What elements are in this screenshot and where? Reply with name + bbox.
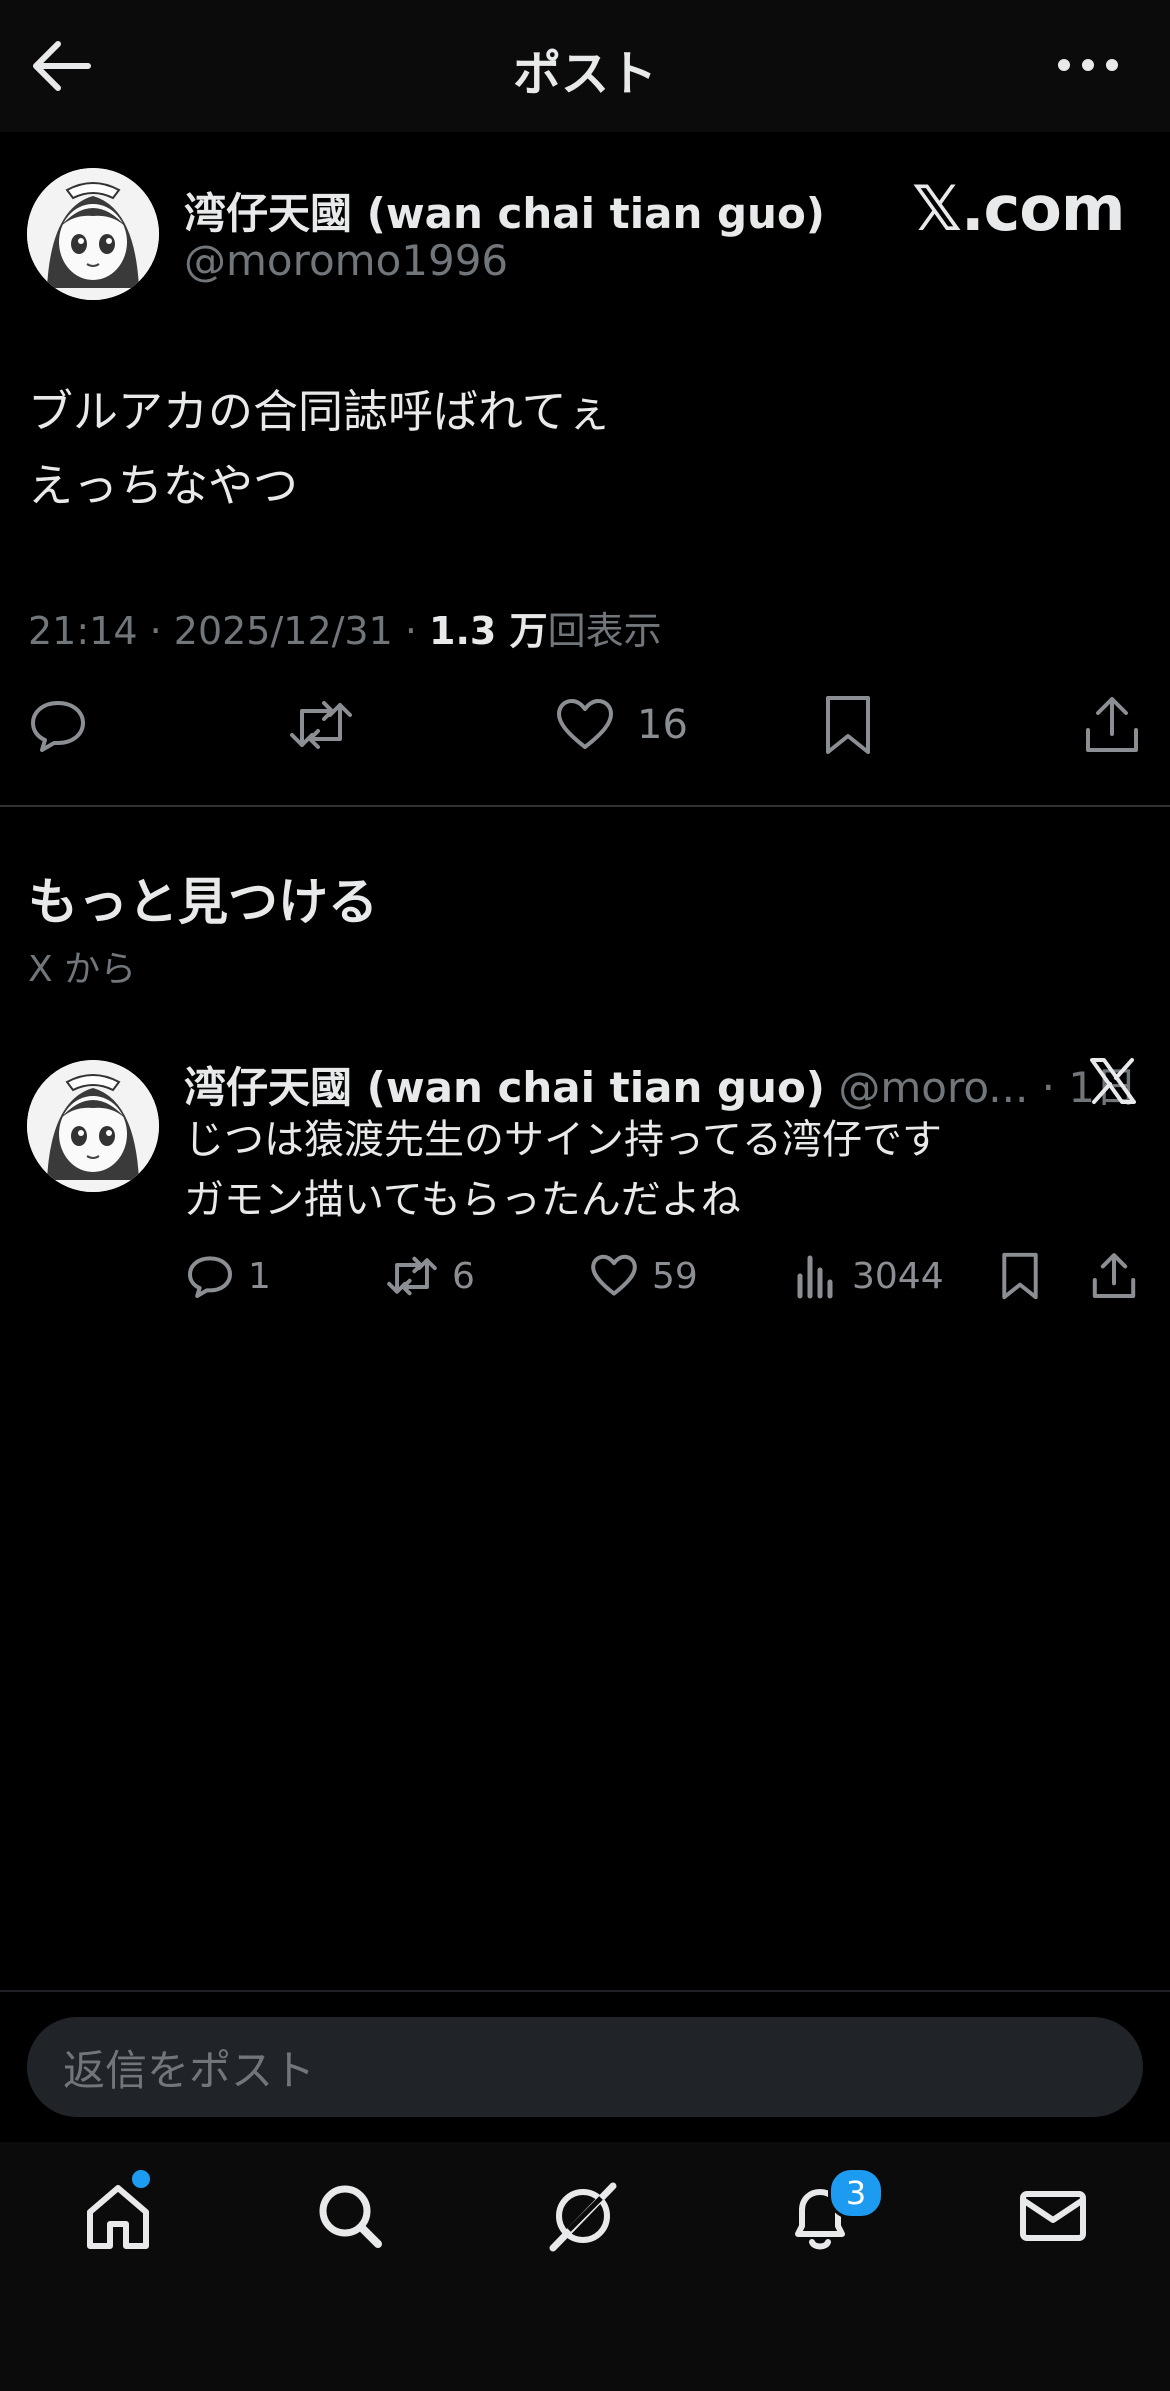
post-text-line: えっちなやつ — [28, 459, 299, 512]
recommended-reply-button[interactable]: 1 — [186, 1248, 271, 1304]
post-text-line: ブルアカの合同誌呼ばれてぇ — [28, 385, 612, 438]
heart-icon — [591, 1254, 637, 1296]
discover-more-heading: もっと見つける — [28, 873, 378, 931]
views-label: 回表示 — [547, 609, 662, 653]
recommended-views-button[interactable]: 3044 — [794, 1248, 944, 1304]
bookmark-icon — [1002, 1252, 1038, 1300]
share-button[interactable] — [1082, 690, 1142, 760]
bookmark-icon — [826, 696, 870, 754]
recommended-like-button[interactable]: 59 — [590, 1248, 698, 1304]
x-logo-icon — [1088, 1056, 1138, 1106]
bookmark-button[interactable] — [820, 690, 876, 760]
post-meta: 21:14 · 2025/12/31 · 1.3 万回表示 — [28, 609, 662, 653]
reply-input[interactable]: 返信をポスト — [27, 2017, 1143, 2117]
recommended-author-handle[interactable]: @moro... — [838, 1063, 1028, 1112]
x-com-logo: 𝕏.com — [912, 172, 1125, 245]
recommended-author-name[interactable]: 湾仔天國 (wan chai tian guo) — [184, 1063, 825, 1112]
recommended-reply-count: 1 — [248, 1255, 271, 1297]
reply-icon — [188, 1256, 232, 1298]
share-icon — [1086, 697, 1138, 752]
post-text: ブルアカの合同誌呼ばれてぇ えっちなやつ — [28, 375, 612, 523]
analytics-icon — [797, 1255, 833, 1299]
reply-placeholder: 返信をポスト — [63, 2045, 316, 2095]
post-date: 2025/12/31 — [173, 609, 393, 653]
heart-icon — [557, 699, 613, 749]
recommended-post-text[interactable]: じつは猿渡先生のサイン持ってる湾仔です ガモン描いてもらったんだよね — [184, 1110, 942, 1230]
author-display-name[interactable]: 湾仔天國 (wan chai tian guo) — [184, 180, 825, 241]
divider — [0, 1990, 1170, 1992]
repost-button[interactable] — [288, 690, 354, 760]
notification-badge: 3 — [828, 2167, 884, 2219]
like-count: 16 — [637, 702, 688, 748]
views-value: 1.3 万 — [429, 609, 548, 653]
page-title: ポスト — [512, 46, 657, 102]
recommended-post-line: じつは猿渡先生のサイン持ってる湾仔です — [184, 1117, 942, 1163]
recommended-share-button[interactable] — [1090, 1248, 1138, 1304]
messages-icon[interactable] — [1013, 2176, 1093, 2256]
author-avatar[interactable] — [27, 168, 159, 300]
search-icon[interactable] — [310, 2176, 390, 2256]
home-unread-dot — [130, 2168, 152, 2190]
reply-icon — [31, 701, 85, 752]
discover-more-subtitle: X から — [28, 949, 137, 990]
divider — [0, 805, 1170, 807]
repost-icon — [290, 701, 352, 749]
recommended-bookmark-button[interactable] — [998, 1248, 1042, 1304]
recommended-post-header: 湾仔天國 (wan chai tian guo) @moro... · 1日 — [184, 1063, 1138, 1112]
recommended-post-line: ガモン描いてもらったんだよね — [184, 1177, 741, 1223]
recommended-repost-count: 6 — [452, 1255, 475, 1297]
like-button[interactable]: 16 — [555, 690, 688, 760]
post-time: 21:14 — [28, 609, 138, 653]
recommended-like-count: 59 — [652, 1255, 698, 1297]
more-options-icon[interactable] — [1048, 40, 1128, 90]
reply-button[interactable] — [28, 690, 88, 760]
recommended-repost-button[interactable]: 6 — [386, 1248, 475, 1304]
repost-icon — [387, 1256, 437, 1296]
recommended-view-count: 3044 — [852, 1255, 944, 1297]
share-icon — [1092, 1253, 1136, 1298]
author-handle[interactable]: @moromo1996 — [184, 236, 508, 285]
recommended-author-avatar[interactable] — [27, 1060, 159, 1192]
grok-icon[interactable] — [543, 2176, 623, 2256]
